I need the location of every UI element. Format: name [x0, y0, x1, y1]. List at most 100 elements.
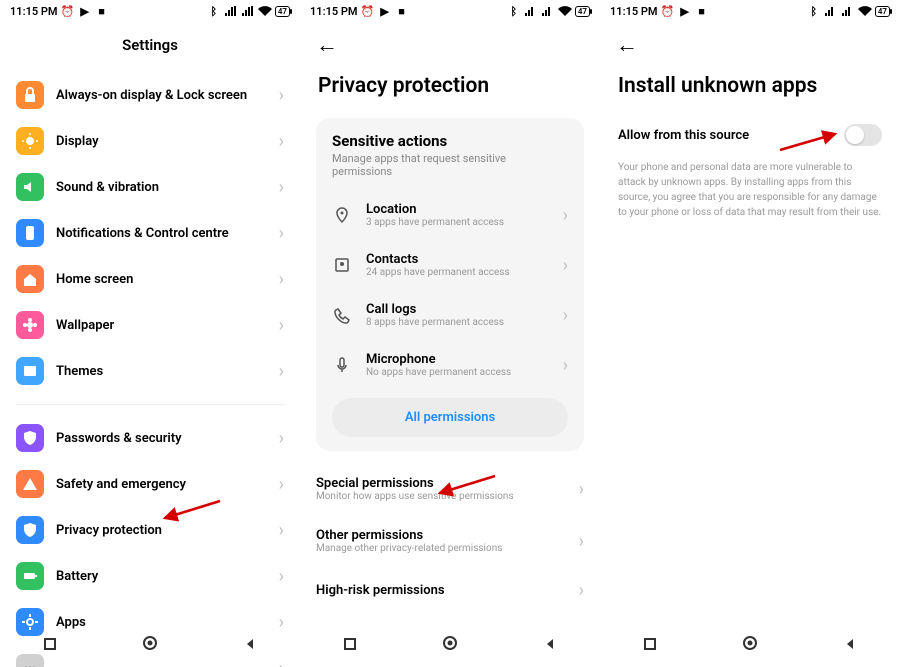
- chevron-right-icon: ›: [279, 315, 284, 336]
- row-label: Privacy protection: [56, 523, 279, 538]
- warning-text: Your phone and personal data are more vu…: [618, 160, 882, 220]
- chevron-right-icon: ›: [579, 531, 584, 552]
- chevron-right-icon: ›: [279, 566, 284, 587]
- perm-name: Contacts: [366, 252, 563, 267]
- signal-icon: [224, 4, 238, 18]
- flower-icon: [16, 311, 44, 339]
- chevron-right-icon: ›: [579, 479, 584, 500]
- phone-icon: [16, 219, 44, 247]
- perm-name: Microphone: [366, 352, 563, 367]
- row-label: Battery: [56, 569, 279, 584]
- row-label: Wallpaper: [56, 318, 279, 333]
- home-icon: [16, 265, 44, 293]
- row-desc: Manage other privacy-related permissions: [316, 543, 579, 554]
- settings-row[interactable]: Privacy protection›: [16, 507, 284, 553]
- row-name: High-risk permissions: [316, 583, 579, 598]
- perm-name: Call logs: [366, 302, 563, 317]
- settings-row[interactable]: Always-on display & Lock screen›: [16, 72, 284, 118]
- page-title: Privacy protection: [300, 58, 600, 118]
- nav-recent[interactable]: [643, 636, 657, 655]
- chevron-right-icon: ›: [563, 355, 568, 376]
- settings-row[interactable]: Home screen›: [16, 256, 284, 302]
- nav-home[interactable]: [742, 635, 758, 655]
- settings-row[interactable]: Wallpaper›: [16, 302, 284, 348]
- nav-recent[interactable]: [343, 636, 357, 655]
- row-desc: Monitor how apps use sensitive permissio…: [316, 491, 579, 502]
- flat-row[interactable]: Other permissionsManage other privacy-re…: [316, 515, 584, 567]
- square-icon: ■: [95, 4, 109, 18]
- chevron-right-icon: ›: [279, 223, 284, 244]
- status-bar: 11:15 PM ⏰ ▶ ■ ᛒ 47: [0, 0, 300, 22]
- warning-icon: [16, 470, 44, 498]
- flat-row[interactable]: High-risk permissions›: [316, 567, 584, 614]
- contacts-icon: [332, 255, 352, 275]
- status-bar: 11:15 PM ⏰▶■ ᛒ 47: [300, 0, 600, 22]
- settings-list: Always-on display & Lock screen›Display›…: [0, 72, 300, 667]
- bluetooth-icon: ᛒ: [207, 4, 221, 18]
- settings-row[interactable]: Battery›: [16, 553, 284, 599]
- row-label: Passwords & security: [56, 431, 279, 446]
- nav-back[interactable]: [843, 636, 857, 655]
- settings-row[interactable]: Themes›: [16, 348, 284, 394]
- settings-row[interactable]: Passwords & security›: [16, 415, 284, 461]
- row-label: Notifications & Control centre: [56, 226, 279, 241]
- alarm-icon: ⏰: [61, 4, 75, 18]
- card-subtitle: Manage apps that request sensitive permi…: [332, 152, 568, 178]
- settings-row[interactable]: Sound & vibration›: [16, 164, 284, 210]
- settings-panel: 11:15 PM ⏰ ▶ ■ ᛒ 47 Settings Always-on d…: [0, 0, 300, 667]
- permission-row[interactable]: MicrophoneNo apps have permanent access›: [332, 340, 568, 390]
- speaker-icon: [16, 173, 44, 201]
- row-label: Sound & vibration: [56, 180, 279, 195]
- flat-row[interactable]: Special permissionsMonitor how apps use …: [316, 463, 584, 515]
- mic-icon: [332, 355, 352, 375]
- signal-icon-2: [241, 4, 255, 18]
- row-label: Themes: [56, 364, 279, 379]
- sun-icon: [16, 127, 44, 155]
- permission-row[interactable]: Location3 apps have permanent access›: [332, 190, 568, 240]
- phone-icon: [332, 305, 352, 325]
- privacy-panel: 11:15 PM ⏰▶■ ᛒ 47 ← Privacy protection S…: [300, 0, 600, 667]
- navigation-bar: [600, 628, 900, 662]
- row-label: Safety and emergency: [56, 477, 279, 492]
- allow-source-row[interactable]: Allow from this source: [618, 118, 882, 160]
- navigation-bar: [0, 628, 300, 662]
- settings-row[interactable]: Notifications & Control centre›: [16, 210, 284, 256]
- perm-name: Location: [366, 202, 563, 217]
- row-label: Always-on display & Lock screen: [56, 88, 279, 103]
- location-icon: [332, 205, 352, 225]
- page-title: Install unknown apps: [600, 58, 900, 118]
- chevron-right-icon: ›: [279, 428, 284, 449]
- chevron-right-icon: ›: [279, 361, 284, 382]
- chevron-right-icon: ›: [279, 520, 284, 541]
- chevron-right-icon: ›: [279, 85, 284, 106]
- permission-row[interactable]: Contacts24 apps have permanent access›: [332, 240, 568, 290]
- chevron-right-icon: ›: [279, 177, 284, 198]
- screen-icon: [16, 357, 44, 385]
- nav-home[interactable]: [142, 635, 158, 655]
- row-name: Other permissions: [316, 528, 579, 543]
- nav-back[interactable]: [543, 636, 557, 655]
- settings-row[interactable]: Display›: [16, 118, 284, 164]
- back-button[interactable]: ←: [616, 33, 638, 58]
- perm-desc: 3 apps have permanent access: [366, 217, 563, 228]
- row-label: Display: [56, 134, 279, 149]
- perm-desc: No apps have permanent access: [366, 367, 563, 378]
- all-permissions-button[interactable]: All permissions: [332, 398, 568, 437]
- nav-recent[interactable]: [43, 636, 57, 655]
- youtube-icon: ▶: [78, 4, 92, 18]
- battery-icon: [16, 562, 44, 590]
- battery-icon: 47: [275, 6, 290, 17]
- nav-back[interactable]: [243, 636, 257, 655]
- chevron-right-icon: ›: [579, 580, 584, 601]
- page-title: Settings: [0, 22, 300, 72]
- perm-desc: 8 apps have permanent access: [366, 317, 563, 328]
- toggle-switch[interactable]: [844, 124, 882, 146]
- settings-row[interactable]: Safety and emergency›: [16, 461, 284, 507]
- row-name: Special permissions: [316, 476, 579, 491]
- nav-home[interactable]: [442, 635, 458, 655]
- sensitive-actions-card: Sensitive actions Manage apps that reque…: [316, 118, 584, 451]
- chevron-right-icon: ›: [563, 305, 568, 326]
- back-button[interactable]: ←: [316, 33, 338, 58]
- row-label: Home screen: [56, 272, 279, 287]
- permission-row[interactable]: Call logs8 apps have permanent access›: [332, 290, 568, 340]
